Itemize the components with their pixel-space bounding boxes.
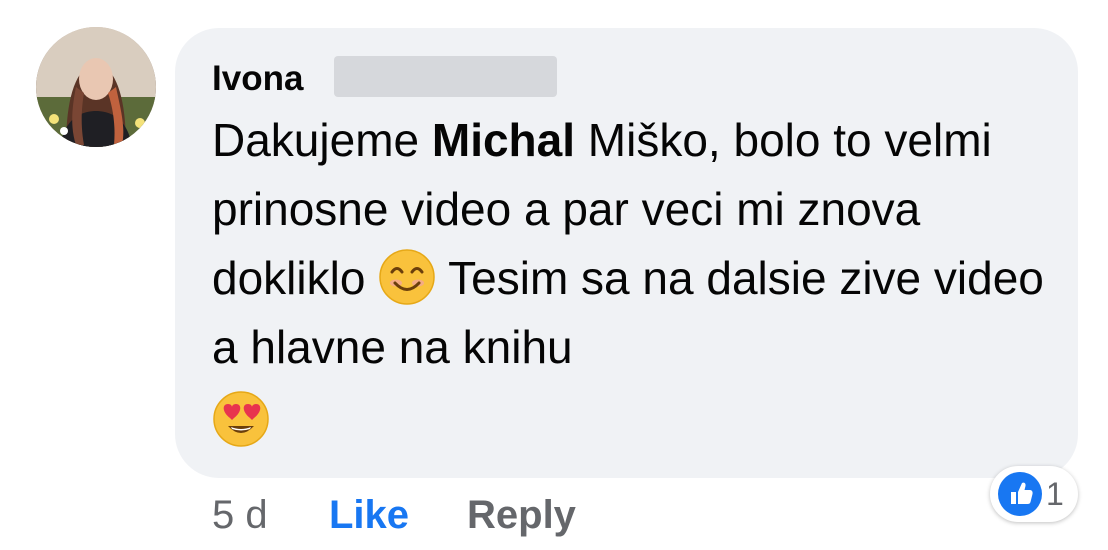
reaction-count: 1 (1046, 476, 1064, 512)
reply-button[interactable]: Reply (467, 490, 576, 540)
thumbs-up-icon (998, 472, 1042, 516)
smiling-face-emoji (378, 248, 436, 306)
comment-text: Dakujeme Michal Miško, bolo to velmi pri… (212, 106, 1062, 455)
author-name-redaction (334, 56, 557, 97)
avatar[interactable] (36, 27, 156, 147)
comment-text-part: Dakujeme (212, 114, 432, 166)
comment-author[interactable]: Ivona (212, 56, 303, 102)
reaction-summary[interactable]: 1 (990, 466, 1078, 522)
mention-link[interactable]: Michal (432, 114, 575, 166)
like-button[interactable]: Like (329, 490, 409, 540)
heart-eyes-emoji (212, 390, 270, 448)
comment-timestamp[interactable]: 5 d (212, 490, 268, 540)
